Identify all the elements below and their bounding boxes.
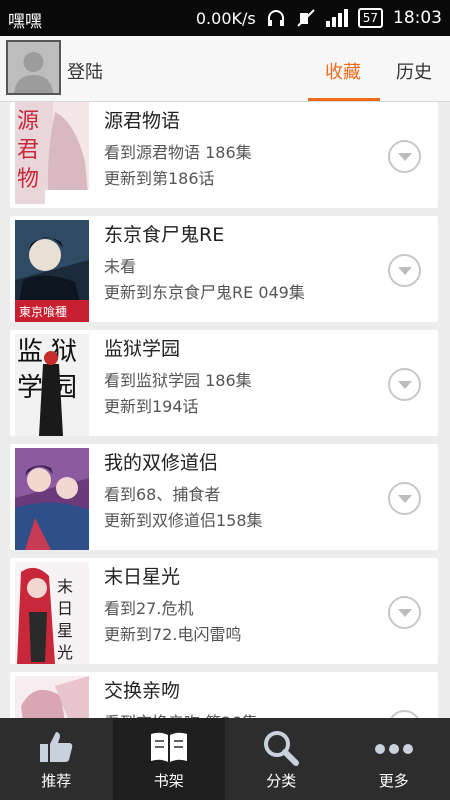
comic-progress: 看到监狱学园 186集 xyxy=(104,371,252,390)
list-item[interactable]: 监 狱 学 园 监狱学园 看到监狱学园 186集 更新到194话 xyxy=(10,330,438,436)
default-user-icon xyxy=(8,42,59,93)
comic-update: 更新到72.电闪雷鸣 xyxy=(104,625,242,644)
battery-icon: 57 xyxy=(357,8,383,28)
comic-cover: 末 日 星 光 xyxy=(15,562,89,664)
cover-dual-cultivation-icon xyxy=(15,448,89,550)
comic-title: 我的双修道侣 xyxy=(104,452,219,474)
open-book-icon xyxy=(149,730,189,768)
carrier-name: 嘿嘿 xyxy=(8,12,42,32)
svg-text:源: 源 xyxy=(17,109,39,134)
comic-update: 更新到第186话 xyxy=(104,169,215,188)
cover-prison-school-icon: 监 狱 学 园 xyxy=(15,334,89,436)
chevron-down-icon[interactable] xyxy=(388,596,421,629)
app-header: 登陆 收藏 历史 xyxy=(0,36,450,102)
chevron-down-icon[interactable] xyxy=(388,140,421,173)
comic-cover: 源 君 物 xyxy=(15,102,89,204)
comic-title: 东京食尸鬼RE xyxy=(104,224,225,246)
comic-progress: 未看 xyxy=(104,257,137,276)
comic-title: 源君物语 xyxy=(104,110,181,132)
avatar[interactable] xyxy=(6,40,61,95)
nav-label: 更多 xyxy=(378,772,409,790)
cover-doomsday-starlight-icon: 末 日 星 光 xyxy=(15,562,89,664)
login-link[interactable]: 登陆 xyxy=(67,58,103,84)
comic-cover xyxy=(15,448,89,550)
bottom-navigation: 推荐 书架 分类 更多 xyxy=(0,718,450,800)
nav-category[interactable]: 分类 xyxy=(225,718,338,800)
comic-progress: 看到27.危机 xyxy=(104,599,194,618)
cover-genji-icon: 源 君 物 xyxy=(15,102,89,204)
more-dots-icon xyxy=(374,740,414,759)
mute-icon xyxy=(296,7,316,29)
list-item[interactable]: 東京喰種 东京食尸鬼RE 未看 更新到东京食尸鬼RE 049集 xyxy=(10,216,438,322)
active-tab-indicator xyxy=(308,98,380,101)
nav-label: 分类 xyxy=(266,772,297,790)
chevron-down-icon[interactable] xyxy=(388,482,421,515)
cover-tokyo-ghoul-re-icon: 東京喰種 xyxy=(15,220,89,322)
svg-text:监: 监 xyxy=(17,337,43,367)
comic-update: 更新到双修道侣158集 xyxy=(104,511,263,530)
comic-title: 末日星光 xyxy=(104,566,181,588)
svg-text:学: 学 xyxy=(17,373,43,403)
comic-progress: 看到68、捕食者 xyxy=(104,485,221,504)
nav-bookshelf[interactable]: 书架 xyxy=(112,718,225,800)
status-bar: 嘿嘿 0.00K/s 57 18:03 xyxy=(0,0,450,36)
cover-kiss-exchange-icon xyxy=(15,676,89,718)
svg-text:物: 物 xyxy=(17,167,39,192)
comic-update: 更新到东京食尸鬼RE 049集 xyxy=(104,283,305,302)
svg-text:光: 光 xyxy=(57,643,73,662)
svg-text:君: 君 xyxy=(17,138,39,163)
comic-cover xyxy=(15,676,89,718)
svg-text:東京喰種: 東京喰種 xyxy=(19,304,67,319)
nav-label: 推荐 xyxy=(41,772,72,790)
nav-recommend[interactable]: 推荐 xyxy=(0,718,113,800)
comic-title: 交换亲吻 xyxy=(104,680,181,702)
svg-text:末: 末 xyxy=(57,577,73,596)
svg-text:日: 日 xyxy=(57,599,73,618)
nav-label: 书架 xyxy=(153,772,184,790)
chevron-down-icon[interactable] xyxy=(388,254,421,287)
status-icons: 0.00K/s 57 18:03 xyxy=(196,5,442,31)
svg-text:星: 星 xyxy=(57,621,73,640)
list-item[interactable]: 末 日 星 光 末日星光 看到27.危机 更新到72.电闪雷鸣 xyxy=(10,558,438,664)
nav-more[interactable]: 更多 xyxy=(338,718,450,800)
list-item[interactable]: 我的双修道侣 看到68、捕食者 更新到双修道侣158集 xyxy=(10,444,438,550)
network-speed: 0.00K/s xyxy=(195,8,256,28)
clock: 18:03 xyxy=(393,8,442,28)
chevron-down-icon[interactable] xyxy=(388,368,421,401)
comic-progress: 看到交换亲吻 第26集 xyxy=(104,709,257,718)
list-item[interactable]: 交换亲吻 看到交换亲吻 第26集 xyxy=(10,672,438,718)
comic-update: 更新到194话 xyxy=(104,397,199,416)
comic-cover: 東京喰種 xyxy=(15,220,89,322)
tab-favorites[interactable]: 收藏 xyxy=(325,58,361,84)
comic-cover: 监 狱 学 园 xyxy=(15,334,89,436)
thumbs-up-icon xyxy=(38,730,74,768)
headphones-icon xyxy=(266,7,286,29)
comic-title: 监狱学园 xyxy=(104,338,181,360)
comic-progress: 看到源君物语 186集 xyxy=(104,143,252,162)
tab-history[interactable]: 历史 xyxy=(396,58,432,84)
magnifier-icon xyxy=(263,730,300,770)
comic-list[interactable]: 源 君 物 源君物语 看到源君物语 186集 更新到第186话 東京喰種 东京食… xyxy=(0,102,450,718)
signal-icon xyxy=(325,7,348,29)
list-item[interactable]: 源 君 物 源君物语 看到源君物语 186集 更新到第186话 xyxy=(10,102,438,208)
chevron-down-icon[interactable] xyxy=(388,710,421,718)
